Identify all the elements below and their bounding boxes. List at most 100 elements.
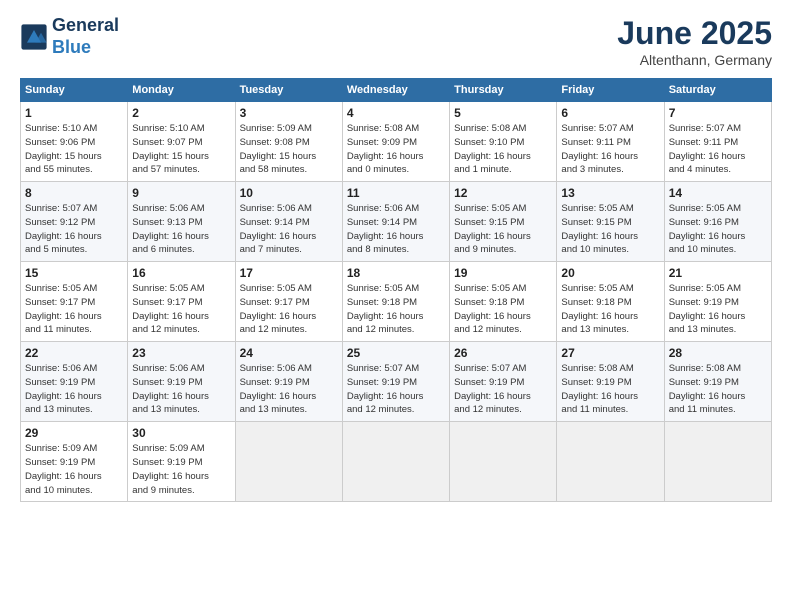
day-number: 15	[25, 266, 123, 280]
day-info: Sunrise: 5:08 AM Sunset: 9:19 PM Dayligh…	[561, 362, 659, 417]
table-row: 11Sunrise: 5:06 AM Sunset: 9:14 PM Dayli…	[342, 182, 449, 262]
calendar-week-row: 29 Sunrise: 5:09 AM Sunset: 9:19 PM Dayli…	[21, 422, 772, 502]
day-info: Sunrise: 5:07 AM Sunset: 9:11 PM Dayligh…	[561, 122, 659, 177]
table-row: 1 Sunrise: 5:10 AM Sunset: 9:06 PM Daylig…	[21, 102, 128, 182]
calendar-week-row: 15 Sunrise: 5:05 AM Sunset: 9:17 PM Dayli…	[21, 262, 772, 342]
day-number: 3	[240, 106, 338, 120]
table-row: 3 Sunrise: 5:09 AM Sunset: 9:08 PM Daylig…	[235, 102, 342, 182]
day-number: 11	[347, 186, 445, 200]
day-number: 1	[25, 106, 123, 120]
table-row: 23Sunrise: 5:06 AM Sunset: 9:19 PM Dayli…	[128, 342, 235, 422]
day-info: Sunrise: 5:06 AM Sunset: 9:13 PM Dayligh…	[132, 202, 230, 257]
col-friday: Friday	[557, 79, 664, 102]
table-row: 5 Sunrise: 5:08 AM Sunset: 9:10 PM Daylig…	[450, 102, 557, 182]
table-row: 20 Sunrise: 5:05 AM Sunset: 9:18 PM Dayli…	[557, 262, 664, 342]
day-number: 12	[454, 186, 552, 200]
calendar-week-row: 22 Sunrise: 5:06 AM Sunset: 9:19 PM Dayli…	[21, 342, 772, 422]
col-sunday: Sunday	[21, 79, 128, 102]
calendar-header-row: Sunday Monday Tuesday Wednesday Thursday…	[21, 79, 772, 102]
day-info: Sunrise: 5:10 AM Sunset: 9:07 PM Dayligh…	[132, 122, 230, 177]
day-number: 20	[561, 266, 659, 280]
day-info: Sunrise: 5:09 AM Sunset: 9:08 PM Dayligh…	[240, 122, 338, 177]
day-number: 13	[561, 186, 659, 200]
table-row: 10 Sunrise: 5:06 AM Sunset: 9:14 PM Dayli…	[235, 182, 342, 262]
table-row	[557, 422, 664, 502]
table-row: 4 Sunrise: 5:08 AM Sunset: 9:09 PM Daylig…	[342, 102, 449, 182]
table-row: 30 Sunrise: 5:09 AM Sunset: 9:19 PM Dayli…	[128, 422, 235, 502]
table-row: 7 Sunrise: 5:07 AM Sunset: 9:11 PM Daylig…	[664, 102, 771, 182]
table-row: 8 Sunrise: 5:07 AM Sunset: 9:12 PM Daylig…	[21, 182, 128, 262]
table-row: 16Sunrise: 5:05 AM Sunset: 9:17 PM Dayli…	[128, 262, 235, 342]
table-row: 24Sunrise: 5:06 AM Sunset: 9:19 PM Dayli…	[235, 342, 342, 422]
day-info: Sunrise: 5:08 AM Sunset: 9:09 PM Dayligh…	[347, 122, 445, 177]
day-info: Sunrise: 5:06 AM Sunset: 9:19 PM Dayligh…	[25, 362, 123, 417]
logo: General Blue	[20, 15, 119, 58]
day-info: Sunrise: 5:09 AM Sunset: 9:19 PM Dayligh…	[25, 442, 123, 497]
day-info: Sunrise: 5:05 AM Sunset: 9:19 PM Dayligh…	[669, 282, 767, 337]
day-number: 28	[669, 346, 767, 360]
day-number: 2	[132, 106, 230, 120]
table-row: 9Sunrise: 5:06 AM Sunset: 9:13 PM Daylig…	[128, 182, 235, 262]
calendar-table: Sunday Monday Tuesday Wednesday Thursday…	[20, 78, 772, 502]
day-number: 25	[347, 346, 445, 360]
day-info: Sunrise: 5:09 AM Sunset: 9:19 PM Dayligh…	[132, 442, 230, 497]
table-row: 12 Sunrise: 5:05 AM Sunset: 9:15 PM Dayli…	[450, 182, 557, 262]
table-row: 18 Sunrise: 5:05 AM Sunset: 9:18 PM Dayli…	[342, 262, 449, 342]
calendar-week-row: 1 Sunrise: 5:10 AM Sunset: 9:06 PM Daylig…	[21, 102, 772, 182]
table-row: 28 Sunrise: 5:08 AM Sunset: 9:19 PM Dayli…	[664, 342, 771, 422]
day-number: 5	[454, 106, 552, 120]
day-info: Sunrise: 5:06 AM Sunset: 9:19 PM Dayligh…	[132, 362, 230, 417]
day-info: Sunrise: 5:06 AM Sunset: 9:19 PM Dayligh…	[240, 362, 338, 417]
day-number: 27	[561, 346, 659, 360]
logo-icon	[20, 23, 48, 51]
table-row: 21 Sunrise: 5:05 AM Sunset: 9:19 PM Dayli…	[664, 262, 771, 342]
col-saturday: Saturday	[664, 79, 771, 102]
col-tuesday: Tuesday	[235, 79, 342, 102]
day-number: 8	[25, 186, 123, 200]
table-row	[235, 422, 342, 502]
day-number: 21	[669, 266, 767, 280]
day-number: 17	[240, 266, 338, 280]
table-row: 25 Sunrise: 5:07 AM Sunset: 9:19 PM Dayli…	[342, 342, 449, 422]
month-title: June 2025	[617, 15, 772, 52]
day-info: Sunrise: 5:08 AM Sunset: 9:19 PM Dayligh…	[669, 362, 767, 417]
day-number: 19	[454, 266, 552, 280]
day-info: Sunrise: 5:10 AM Sunset: 9:06 PM Dayligh…	[25, 122, 123, 177]
day-info: Sunrise: 5:08 AM Sunset: 9:10 PM Dayligh…	[454, 122, 552, 177]
day-number: 10	[240, 186, 338, 200]
table-row: 27 Sunrise: 5:08 AM Sunset: 9:19 PM Dayli…	[557, 342, 664, 422]
col-monday: Monday	[128, 79, 235, 102]
day-info: Sunrise: 5:06 AM Sunset: 9:14 PM Dayligh…	[240, 202, 338, 257]
calendar-week-row: 8 Sunrise: 5:07 AM Sunset: 9:12 PM Daylig…	[21, 182, 772, 262]
logo-line2: Blue	[52, 37, 91, 57]
day-number: 22	[25, 346, 123, 360]
day-number: 18	[347, 266, 445, 280]
col-thursday: Thursday	[450, 79, 557, 102]
title-block: June 2025 Altenthann, Germany	[617, 15, 772, 68]
table-row: 19 Sunrise: 5:05 AM Sunset: 9:18 PM Dayli…	[450, 262, 557, 342]
day-number: 29	[25, 426, 123, 440]
day-info: Sunrise: 5:05 AM Sunset: 9:17 PM Dayligh…	[132, 282, 230, 337]
day-number: 4	[347, 106, 445, 120]
day-number: 7	[669, 106, 767, 120]
table-row	[342, 422, 449, 502]
day-info: Sunrise: 5:05 AM Sunset: 9:18 PM Dayligh…	[347, 282, 445, 337]
col-wednesday: Wednesday	[342, 79, 449, 102]
day-info: Sunrise: 5:05 AM Sunset: 9:15 PM Dayligh…	[454, 202, 552, 257]
table-row: 15 Sunrise: 5:05 AM Sunset: 9:17 PM Dayli…	[21, 262, 128, 342]
day-info: Sunrise: 5:05 AM Sunset: 9:18 PM Dayligh…	[561, 282, 659, 337]
logo-text: General Blue	[52, 15, 119, 58]
day-number: 14	[669, 186, 767, 200]
location: Altenthann, Germany	[617, 52, 772, 68]
day-info: Sunrise: 5:07 AM Sunset: 9:11 PM Dayligh…	[669, 122, 767, 177]
table-row	[664, 422, 771, 502]
day-info: Sunrise: 5:05 AM Sunset: 9:18 PM Dayligh…	[454, 282, 552, 337]
day-number: 30	[132, 426, 230, 440]
day-info: Sunrise: 5:07 AM Sunset: 9:12 PM Dayligh…	[25, 202, 123, 257]
day-info: Sunrise: 5:07 AM Sunset: 9:19 PM Dayligh…	[347, 362, 445, 417]
day-info: Sunrise: 5:05 AM Sunset: 9:16 PM Dayligh…	[669, 202, 767, 257]
header: General Blue June 2025 Altenthann, Germa…	[20, 15, 772, 68]
day-info: Sunrise: 5:05 AM Sunset: 9:17 PM Dayligh…	[25, 282, 123, 337]
logo-line1: General	[52, 15, 119, 35]
table-row	[450, 422, 557, 502]
